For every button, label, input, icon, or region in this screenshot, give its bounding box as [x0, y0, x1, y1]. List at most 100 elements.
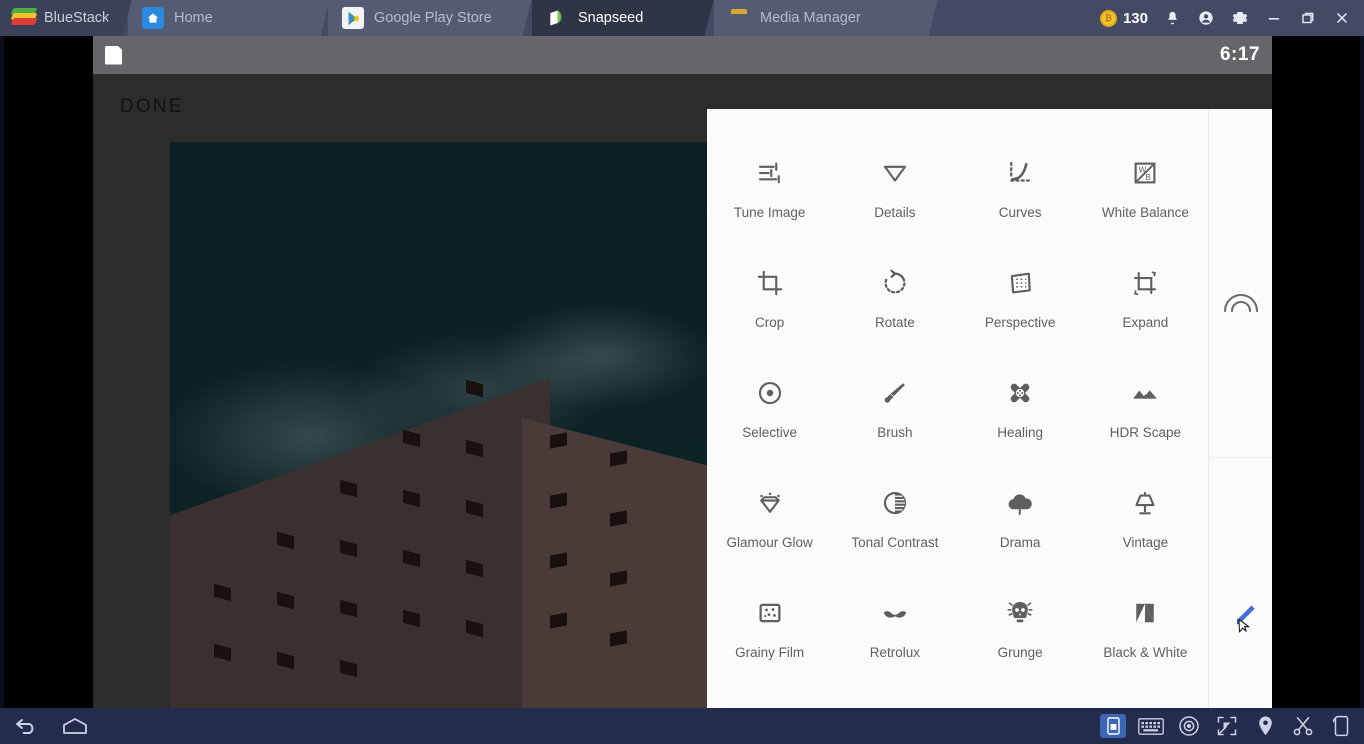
tool-black-and-white[interactable]: Black & White — [1083, 577, 1208, 687]
bluestacks-navbar — [0, 708, 1364, 744]
tool-perspective[interactable]: Perspective — [958, 247, 1083, 357]
bluestacks-titlebar: BlueStacks Home Google Play Store Snapse… — [0, 0, 1364, 36]
tool-label: Vintage — [1122, 535, 1169, 550]
tool-selective[interactable]: Selective — [707, 357, 832, 467]
tool-label: Crop — [754, 315, 785, 330]
tool-portrait[interactable] — [832, 687, 957, 708]
keyboard-icon[interactable] — [1138, 714, 1164, 738]
tab-label: Snapseed — [578, 10, 644, 26]
tools-grid: Tune Image Details Curves W B White Bala… — [707, 109, 1208, 708]
tab-snapseed[interactable]: Snapseed — [532, 0, 714, 36]
tool-label: Selective — [742, 425, 798, 440]
media-manager-icon — [728, 7, 750, 29]
cloud-rain-icon — [1005, 483, 1035, 523]
emulator-stage: 6:17 DONE Tune Image Details Curves W B … — [0, 36, 1364, 708]
mountains-icon — [1130, 373, 1160, 413]
tool-details[interactable]: Details — [832, 137, 957, 247]
tool-label: Drama — [999, 535, 1041, 550]
arc-tool-icon[interactable] — [1223, 287, 1259, 318]
perspective-icon — [1005, 263, 1035, 303]
tab-home[interactable]: Home — [128, 0, 330, 36]
tool-double-exposure[interactable] — [1083, 687, 1208, 708]
photo-canvas[interactable] — [170, 142, 708, 708]
diamond-sparkle-icon — [755, 483, 785, 523]
tool-healing[interactable]: Healing — [958, 357, 1083, 467]
android-screen: 6:17 DONE Tune Image Details Curves W B … — [93, 36, 1272, 708]
pen-cursor-icon — [1227, 603, 1257, 640]
done-button[interactable]: DONE — [120, 96, 184, 118]
restore-icon[interactable] — [1298, 8, 1318, 28]
home-outline-icon[interactable] — [62, 714, 88, 738]
coin-count: 130 — [1122, 9, 1148, 27]
tool-expand[interactable]: Expand — [1083, 247, 1208, 357]
record-icon[interactable] — [1176, 714, 1202, 738]
contrast-circle-icon — [880, 483, 910, 523]
tool-tonal-contrast[interactable]: Tonal Contrast — [832, 467, 957, 577]
rotate-icon — [880, 263, 910, 303]
tab-google-play-store[interactable]: Google Play Store — [328, 0, 532, 36]
tool-label: Details — [874, 205, 916, 220]
tool-label: Grainy Film — [735, 645, 805, 660]
tool-label: Expand — [1122, 315, 1169, 330]
tool-curves[interactable]: Curves — [958, 137, 1083, 247]
tool-label: Brush — [877, 425, 913, 440]
grunge-skull-icon — [1005, 593, 1035, 633]
tool-label: Perspective — [984, 315, 1056, 330]
coin-balance[interactable]: ₿ 130 — [1099, 9, 1148, 27]
bell-icon[interactable] — [1162, 8, 1182, 28]
brush-icon — [880, 373, 910, 413]
tool-face-pose[interactable] — [958, 687, 1083, 708]
expand-icon — [1130, 263, 1160, 303]
bluestacks-brand-tab[interactable]: BlueStacks — [0, 0, 132, 36]
tool-label: Healing — [997, 425, 1044, 440]
tab-media-manager[interactable]: Media Manager — [714, 0, 938, 36]
gear-icon[interactable] — [1230, 8, 1250, 28]
tool-label: Glamour Glow — [726, 535, 813, 550]
close-icon[interactable] — [1332, 8, 1352, 28]
back-icon[interactable] — [14, 714, 40, 738]
tab-label: Media Manager — [760, 10, 861, 26]
lamp-icon — [1130, 483, 1160, 523]
window-system-controls: ₿ 130 — [1099, 0, 1364, 36]
tool-lens-blur[interactable] — [707, 687, 832, 708]
tab-label: Google Play Store — [374, 10, 492, 26]
tool-grainy-film[interactable]: Grainy Film — [707, 577, 832, 687]
tool-glamour-glow[interactable]: Glamour Glow — [707, 467, 832, 577]
triangle-down-icon — [880, 153, 910, 193]
tool-crop[interactable]: Crop — [707, 247, 832, 357]
healing-bandage-icon — [1005, 373, 1035, 413]
sliders-icon — [755, 153, 785, 193]
tool-label: Tonal Contrast — [851, 535, 939, 550]
snapseed-icon — [546, 7, 568, 29]
android-status-bar: 6:17 — [93, 36, 1272, 74]
screenshot-icon[interactable] — [1100, 714, 1126, 738]
tool-retrolux[interactable]: Retrolux — [832, 577, 957, 687]
rotate-device-icon[interactable] — [1328, 714, 1354, 738]
tool-brush[interactable]: Brush — [832, 357, 957, 467]
account-icon[interactable] — [1196, 8, 1216, 28]
navbar-left-group — [0, 714, 88, 738]
fullscreen-icon[interactable] — [1214, 714, 1240, 738]
tool-label: Curves — [998, 205, 1042, 220]
tool-tune-image[interactable]: Tune Image — [707, 137, 832, 247]
tools-side-rail — [1208, 109, 1272, 708]
tool-white-balance[interactable]: W B White Balance — [1083, 137, 1208, 247]
tool-grunge[interactable]: Grunge — [958, 577, 1083, 687]
tool-label: Tune Image — [733, 205, 806, 220]
brand-label: BlueStacks — [44, 10, 117, 26]
snapseed-editor: DONE Tune Image Details Curves W B White… — [93, 74, 1272, 708]
tool-label: HDR Scape — [1109, 425, 1182, 440]
tool-vintage[interactable]: Vintage — [1083, 467, 1208, 577]
home-icon — [142, 7, 164, 29]
grain-square-icon — [755, 593, 785, 633]
location-icon[interactable] — [1252, 714, 1278, 738]
crop-icon — [755, 263, 785, 303]
tool-drama[interactable]: Drama — [958, 467, 1083, 577]
tool-rotate[interactable]: Rotate — [832, 247, 957, 357]
svg-text:B: B — [1146, 173, 1151, 182]
minimize-icon[interactable] — [1264, 8, 1284, 28]
tab-label: Home — [174, 10, 213, 26]
tool-hdr-scape[interactable]: HDR Scape — [1083, 357, 1208, 467]
scissors-icon[interactable] — [1290, 714, 1316, 738]
curve-icon — [1005, 153, 1035, 193]
